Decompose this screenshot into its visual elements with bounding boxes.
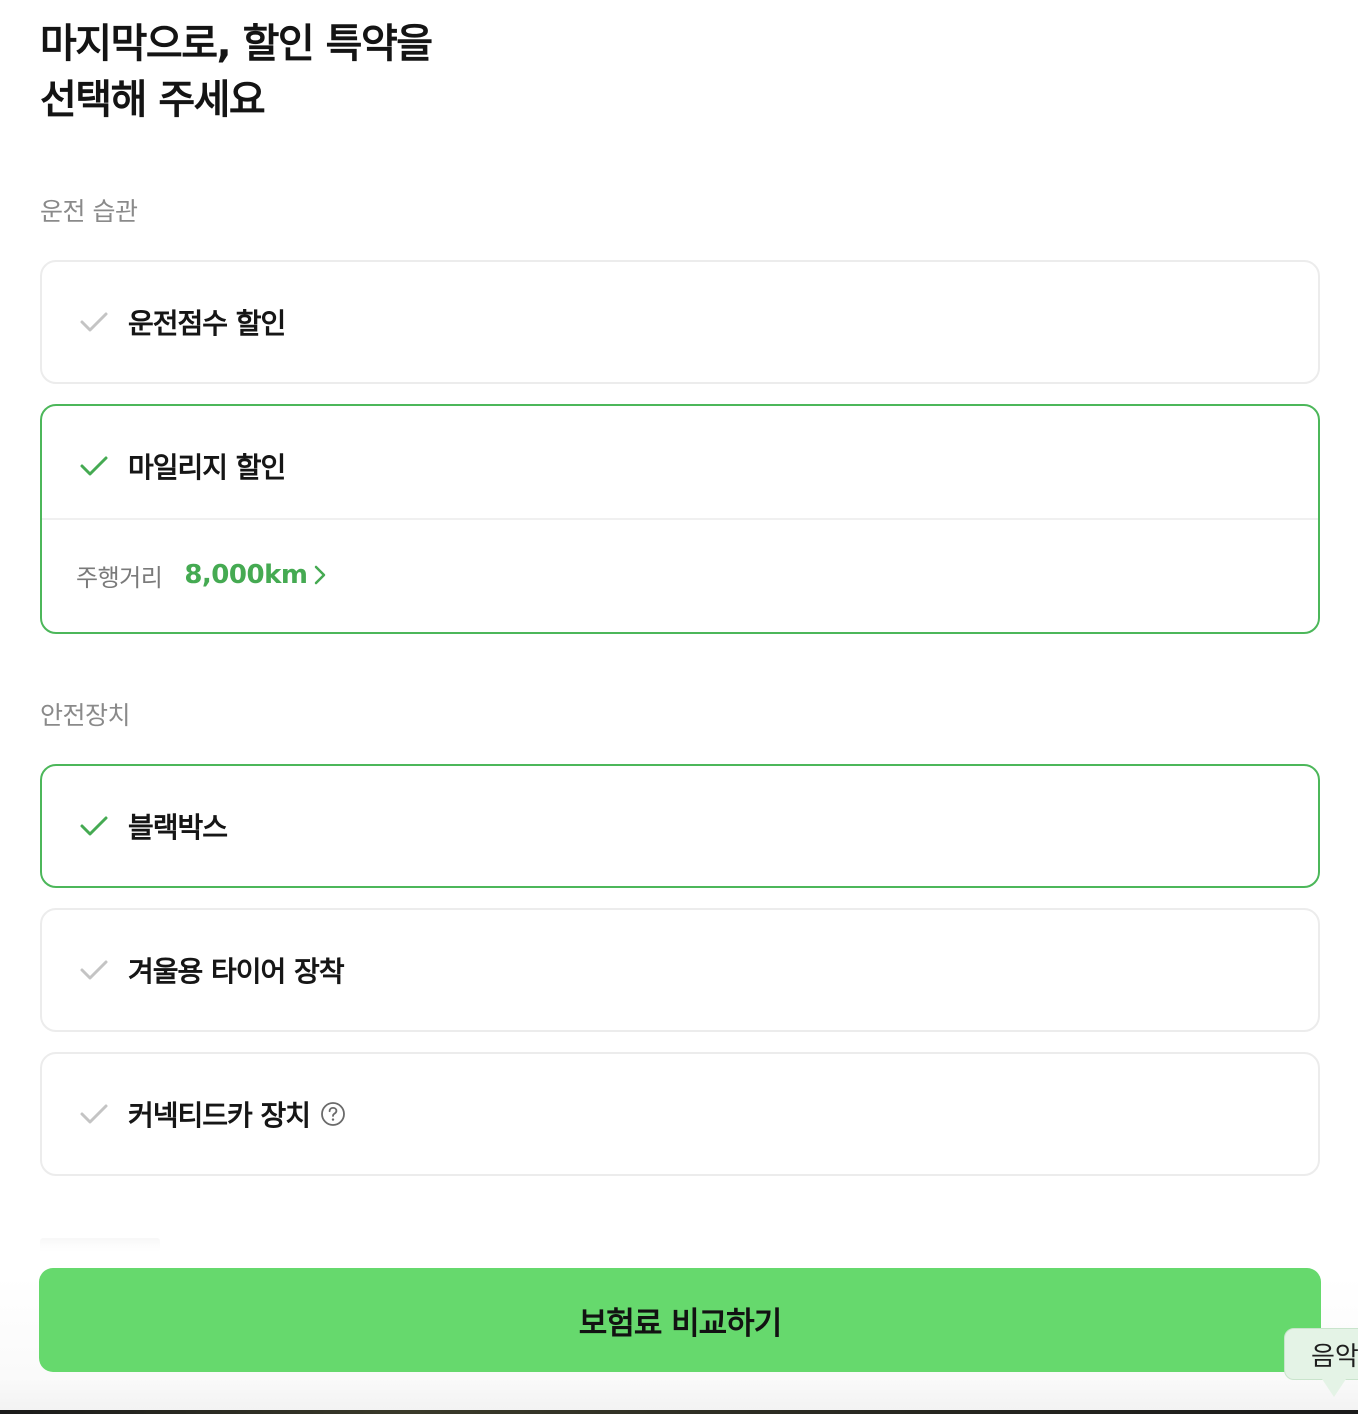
- page-title: 마지막으로, 할인 특약을 선택해 주세요: [40, 16, 433, 128]
- check-icon: [78, 450, 110, 482]
- option-card-driving-score[interactable]: 운전점수 할인: [40, 260, 1320, 384]
- option-label: 커넥티드카 장치: [128, 1099, 311, 1132]
- check-icon: [78, 810, 110, 842]
- compare-premium-button[interactable]: 보험료 비교하기: [39, 1268, 1321, 1372]
- check-icon: [78, 306, 110, 338]
- option-card-blackbox[interactable]: 블랙박스: [40, 764, 1320, 888]
- bottom-edge-strip: [0, 1410, 1358, 1414]
- floating-tooltip[interactable]: 음악: [1284, 1328, 1358, 1380]
- option-label: 겨울용 타이어 장착: [128, 955, 345, 988]
- mileage-detail-label: 주행거리: [76, 563, 163, 592]
- option-card-connected-car[interactable]: 커넥티드카 장치: [40, 1052, 1320, 1176]
- question-circle-icon[interactable]: [320, 1101, 346, 1127]
- chevron-right-icon[interactable]: [313, 564, 327, 586]
- option-card-mileage[interactable]: 마일리지 할인 주행거리 8,000km: [40, 404, 1320, 634]
- tooltip-tail: [1322, 1379, 1346, 1397]
- check-icon: [78, 1098, 110, 1130]
- option-label: 마일리지 할인: [128, 451, 286, 484]
- option-label: 블랙박스: [128, 811, 228, 844]
- mileage-distance-value[interactable]: 8,000km: [184, 560, 308, 590]
- section-label-driving-habits: 운전 습관: [40, 197, 138, 226]
- section-label-safety-devices: 안전장치: [40, 701, 131, 730]
- check-icon: [78, 954, 110, 986]
- page-title-line1: 마지막으로, 할인 특약을: [40, 21, 433, 67]
- mileage-detail-row[interactable]: 주행거리 8,000km: [42, 520, 1318, 630]
- option-card-winter-tire[interactable]: 겨울용 타이어 장착: [40, 908, 1320, 1032]
- option-label: 운전점수 할인: [128, 307, 286, 340]
- page-title-line2: 선택해 주세요: [40, 77, 266, 123]
